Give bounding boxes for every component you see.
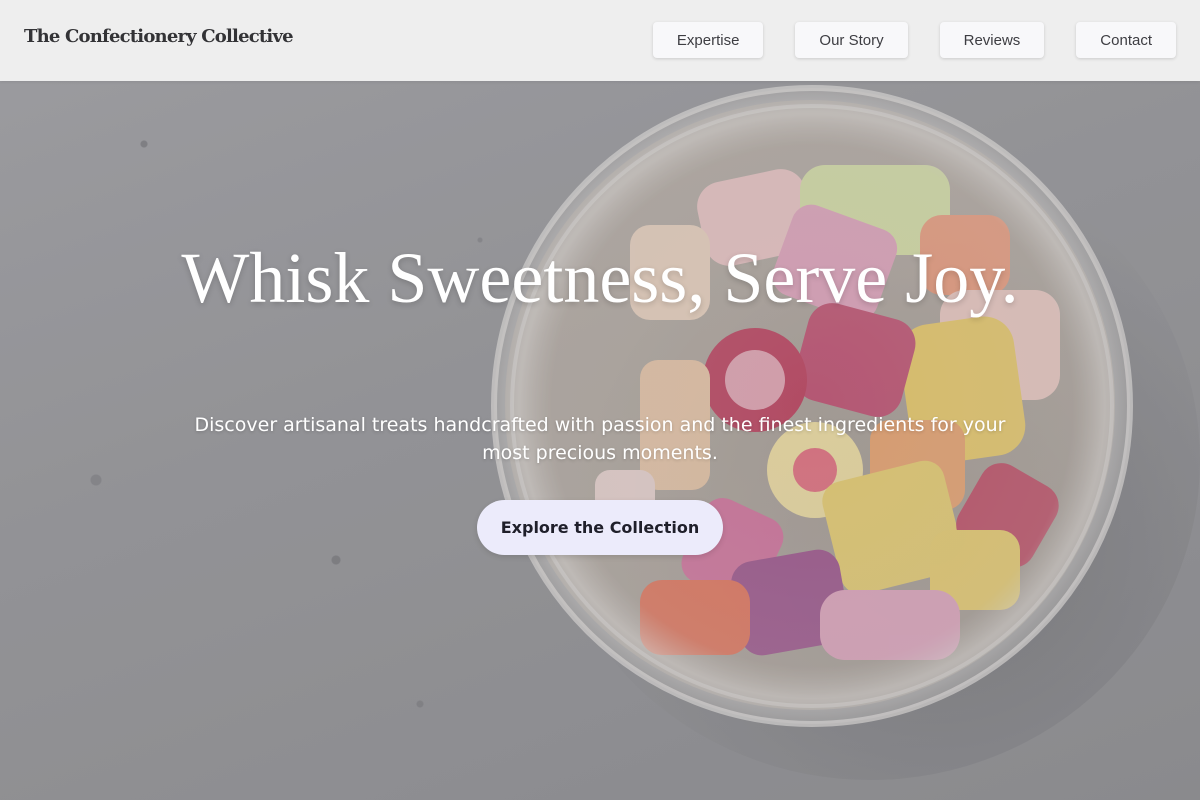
navbar: The Confectionery Collective Expertise O… bbox=[0, 0, 1200, 81]
hero-title: Whisk Sweetness, Serve Joy. bbox=[181, 238, 1019, 318]
nav-link-expertise[interactable]: Expertise bbox=[652, 22, 764, 58]
explore-collection-button[interactable]: Explore the Collection bbox=[477, 500, 723, 555]
nav-link-contact[interactable]: Contact bbox=[1076, 22, 1176, 58]
nav-link-our-story[interactable]: Our Story bbox=[795, 22, 908, 58]
hero-subtitle: Discover artisanal treats handcrafted wi… bbox=[194, 414, 1006, 464]
brand-logo[interactable]: The Confectionery Collective bbox=[24, 26, 294, 47]
nav-link-reviews[interactable]: Reviews bbox=[939, 22, 1045, 58]
landing-page: The Confectionery Collective Expertise O… bbox=[0, 0, 1200, 800]
hero-section: Whisk Sweetness, Serve Joy. Discover art… bbox=[0, 0, 1200, 800]
nav-links: Expertise Our Story Reviews Contact bbox=[652, 22, 1176, 58]
